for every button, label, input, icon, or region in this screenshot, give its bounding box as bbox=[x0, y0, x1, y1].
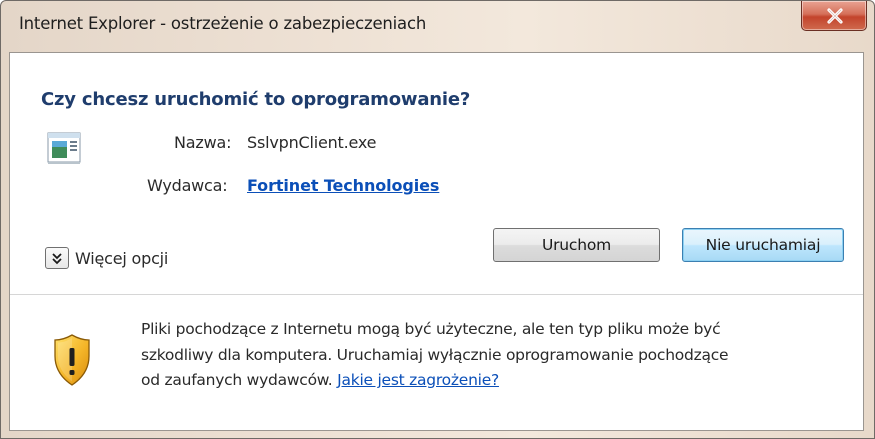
name-value: SslvpnClient.exe bbox=[247, 133, 377, 152]
dialog-question: Czy chcesz uruchomić to oprogramowanie? bbox=[41, 89, 471, 110]
dialog-body: Czy chcesz uruchomić to oprogramowanie? … bbox=[9, 52, 864, 431]
application-file-icon bbox=[47, 131, 81, 169]
warning-shield-icon bbox=[54, 334, 90, 390]
security-warning-window: Internet Explorer - ostrzeżenie o zabezp… bbox=[0, 0, 875, 439]
close-icon bbox=[827, 8, 843, 24]
title-bar[interactable]: Internet Explorer - ostrzeżenie o zabezp… bbox=[1, 1, 874, 53]
dont-run-button[interactable]: Nie uruchamiaj bbox=[682, 228, 844, 262]
section-divider bbox=[10, 294, 863, 295]
close-button[interactable] bbox=[801, 1, 867, 31]
more-options-toggle[interactable] bbox=[45, 247, 69, 269]
warning-line-3: od zaufanych wydawców. Jakie jest zagroż… bbox=[141, 368, 841, 394]
risk-info-link[interactable]: Jakie jest zagrożenie? bbox=[337, 371, 499, 389]
run-button[interactable]: Uruchom bbox=[493, 228, 660, 262]
warning-line-1: Pliki pochodzące z Internetu mogą być uż… bbox=[141, 320, 721, 338]
warning-message: Pliki pochodzące z Internetu mogą być uż… bbox=[141, 317, 841, 394]
chevron-down-icon bbox=[52, 253, 62, 265]
warning-line-2: szkodliwy dla komputera. Uruchamiaj wyłą… bbox=[141, 345, 729, 364]
more-options-label[interactable]: Więcej opcji bbox=[75, 249, 168, 268]
publisher-link[interactable]: Fortinet Technologies bbox=[247, 176, 439, 195]
window-title: Internet Explorer - ostrzeżenie o zabezp… bbox=[19, 14, 427, 33]
name-label: Nazwa: bbox=[174, 133, 232, 152]
warning-line-3-text: od zaufanych wydawców. bbox=[141, 371, 333, 389]
publisher-label: Wydawca: bbox=[147, 176, 228, 195]
